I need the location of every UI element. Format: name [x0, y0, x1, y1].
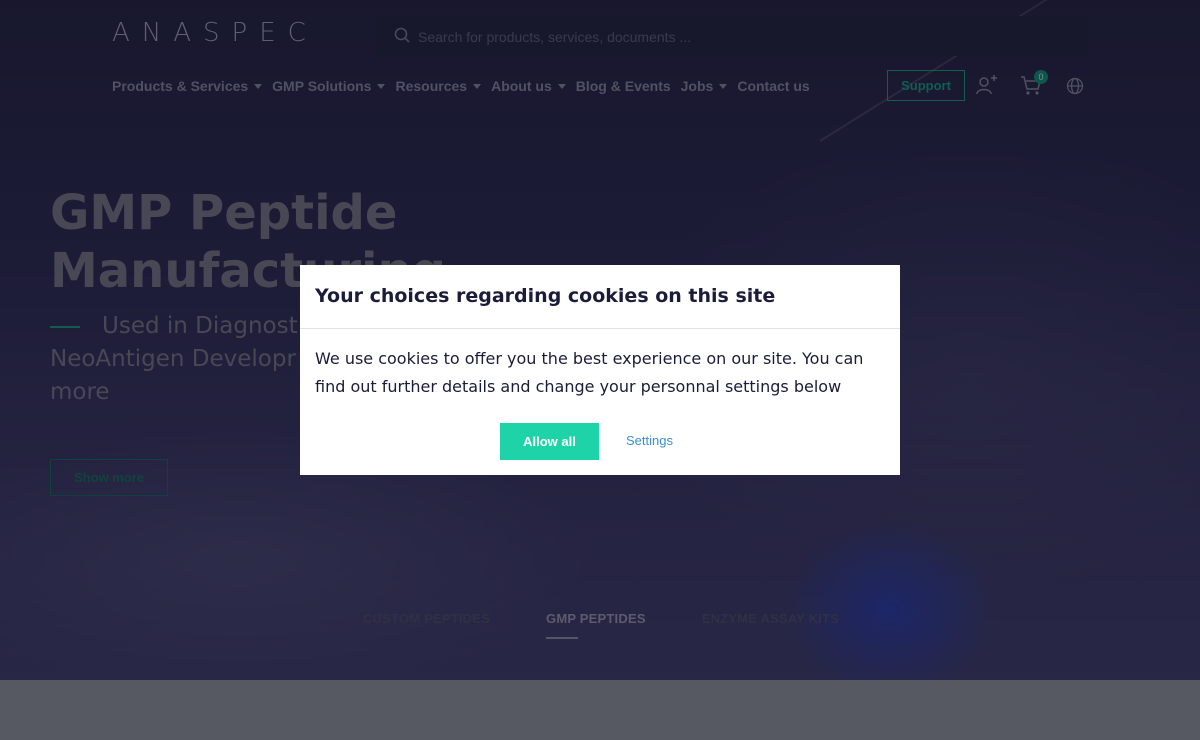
modal-divider [300, 328, 900, 329]
modal-title: Your choices regarding cookies on this s… [315, 285, 776, 307]
page: ANASPEC Products & Services GMP Solution… [0, 0, 1200, 740]
modal-body: We use cookies to offer you the best exp… [315, 349, 864, 396]
allow-all-button[interactable]: Allow all [500, 423, 599, 460]
settings-link[interactable]: Settings [626, 433, 673, 448]
cookie-consent-modal: Your choices regarding cookies on this s… [300, 265, 900, 475]
